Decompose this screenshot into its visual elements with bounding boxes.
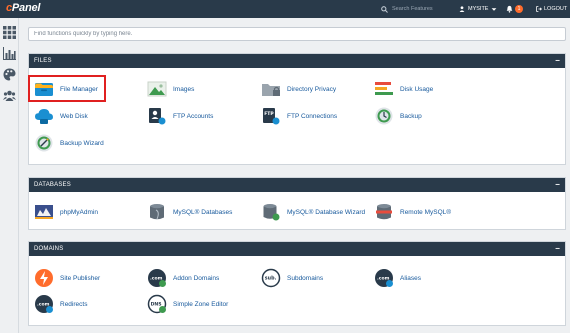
remote-mysql-label: Remote MySQL® [400,208,452,216]
simple-zone-editor-link[interactable]: DNS Simple Zone Editor [147,294,228,314]
simple-zone-editor-label: Simple Zone Editor [173,300,229,308]
dns-icon: DNS [147,294,167,314]
mysql-databases-label: MySQL® Databases [173,208,233,216]
web-disk-label: Web Disk [60,112,88,120]
mysql-database-wizard-link[interactable]: MySQL® Database Wizard [261,202,365,222]
web-disk-icon [35,109,53,124]
site-publisher-link[interactable]: Site Publisher [34,268,100,288]
palette-icon[interactable] [3,68,16,81]
quick-find-input[interactable] [28,27,566,41]
subdomains-icon: sub. [261,268,281,288]
file-manager-highlight [28,75,106,102]
mysql-wizard-icon [263,204,280,221]
backup-wizard-icon [35,134,53,152]
files-panel: FILES − File Manager Images Directory Pr… [28,53,566,165]
images-icon [147,81,167,97]
disk-usage-icon [375,82,393,95]
logout-link[interactable]: LOGOUT [536,4,567,14]
web-disk-link[interactable]: Web Disk [34,106,88,126]
stats-bar-icon[interactable] [3,47,16,60]
addon-domains-icon-text: .com [150,277,163,282]
databases-panel-header[interactable]: DATABASES − [29,178,565,192]
caret-down-icon [492,7,497,11]
images-link[interactable]: Images [147,79,194,99]
top-bar: cPanel Search Features MYSITE 1 LOGOUT [0,0,570,18]
left-sidebar [0,18,19,333]
site-publisher-icon [35,269,53,287]
remote-mysql-link[interactable]: Remote MySQL® [374,202,451,222]
user-label: MYSITE [468,6,489,12]
directory-privacy-label: Directory Privacy [287,85,337,93]
addon-domains-icon: .com [147,268,167,288]
ftp-connections-link[interactable]: FTP FTP Connections [261,106,337,126]
domains-panel-title: DOMAINS [34,246,64,252]
ftp-connections-label: FTP Connections [287,112,338,120]
mysql-databases-link[interactable]: MySQL® Databases [147,202,232,222]
aliases-label: Aliases [400,274,421,282]
aliases-link[interactable]: .com Aliases [374,268,421,288]
notification-badge: 1 [515,5,523,13]
subdomains-link[interactable]: sub. Subdomains [261,268,323,288]
backup-icon [375,107,393,125]
user-icon [459,6,465,12]
files-panel-header[interactable]: FILES − [29,54,565,68]
redirects-link[interactable]: .com Redirects [34,294,87,314]
logout-icon [536,6,542,12]
cpanel-logo[interactable]: cPanel [6,2,40,14]
notifications[interactable]: 1 [506,3,523,15]
files-panel-title: FILES [34,58,52,64]
ftp-connections-icon: FTP [263,108,280,125]
databases-panel-title: DATABASES [34,182,71,188]
feature-search[interactable]: Search Features [381,4,443,14]
search-placeholder: Search Features [392,6,433,12]
addon-domains-label: Addon Domains [173,274,220,282]
bell-icon [506,5,513,13]
subdomains-icon-text: sub. [265,276,277,282]
disk-usage-label: Disk Usage [400,85,434,93]
addon-domains-link[interactable]: .com Addon Domains [147,268,219,288]
mysql-database-wizard-label: MySQL® Database Wizard [287,208,366,216]
directory-privacy-link[interactable]: Directory Privacy [261,79,336,99]
phpmyadmin-icon [35,205,53,219]
disk-usage-link[interactable]: Disk Usage [374,79,433,99]
domains-panel: DOMAINS − Site Publisher .com Addon Doma… [28,241,566,326]
domains-panel-header[interactable]: DOMAINS − [29,242,565,256]
collapse-icon[interactable]: − [555,54,560,68]
databases-panel: DATABASES − phpMyAdmin MySQL® Databases … [28,177,566,230]
ftp-accounts-label: FTP Accounts [173,112,214,120]
images-label: Images [173,85,195,93]
redirects-icon: .com [34,294,54,314]
apps-grid-icon[interactable] [3,26,16,39]
collapse-icon[interactable]: − [555,178,560,192]
dns-icon-text: DNS [151,302,162,308]
mysql-databases-icon [150,204,164,220]
redirects-icon-text: .com [37,303,50,308]
backup-link[interactable]: Backup [374,106,422,126]
phpmyadmin-link[interactable]: phpMyAdmin [34,202,98,222]
remote-mysql-icon [376,204,392,220]
aliases-icon-text: .com [377,277,390,282]
subdomains-label: Subdomains [287,274,324,282]
backup-wizard-label: Backup Wizard [60,139,104,147]
user-menu[interactable]: MYSITE [459,4,497,14]
users-icon[interactable] [3,89,16,102]
site-publisher-label: Site Publisher [60,274,101,282]
ftp-accounts-link[interactable]: FTP Accounts [147,106,213,126]
backup-wizard-link[interactable]: Backup Wizard [34,133,104,153]
aliases-icon: .com [374,268,394,288]
phpmyadmin-label: phpMyAdmin [60,208,98,216]
svg-text:FTP: FTP [264,111,274,117]
collapse-icon[interactable]: − [555,242,560,256]
backup-label: Backup [400,112,422,120]
search-icon [381,5,388,13]
logout-label: LOGOUT [544,6,568,12]
redirects-label: Redirects [60,300,88,308]
folder-lock-icon [262,84,280,96]
ftp-accounts-icon [149,108,166,125]
